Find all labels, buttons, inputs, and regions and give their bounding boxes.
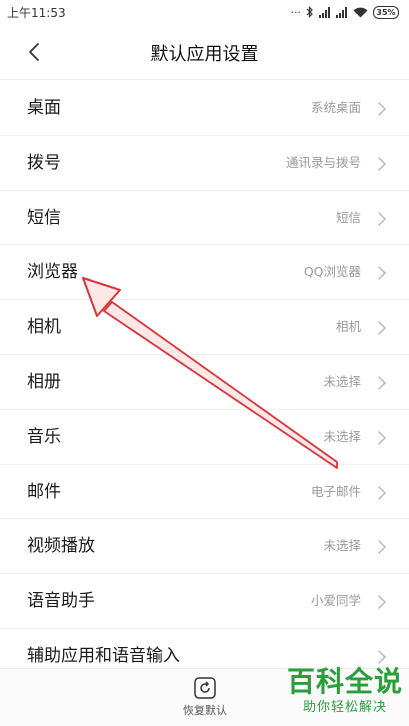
chevron-right-icon xyxy=(378,650,387,664)
bluetooth-icon xyxy=(306,6,313,18)
status-bar: 上午11:53 ··· 35% xyxy=(0,0,409,24)
signal-icon xyxy=(319,6,330,18)
settings-row-value: 未选择 xyxy=(323,538,361,554)
settings-row-label: 桌面 xyxy=(27,98,61,118)
settings-row-value: 通讯录与拨号 xyxy=(285,154,361,170)
chevron-right-icon xyxy=(378,211,387,226)
settings-row-label: 音乐 xyxy=(27,426,61,447)
settings-row[interactable]: 视频播放 未选择 xyxy=(0,519,409,575)
status-icons: ··· 35% xyxy=(290,5,399,19)
settings-row-value: 未选择 xyxy=(323,373,361,389)
settings-row[interactable]: 邮件 电子邮件 xyxy=(0,465,409,520)
settings-row[interactable]: 相册 未选择 xyxy=(0,355,409,410)
settings-row-value: 电子邮件 xyxy=(310,483,361,499)
settings-row-value: QQ浏览器 xyxy=(303,264,361,280)
chevron-right-icon xyxy=(378,157,387,171)
chevron-right-icon xyxy=(378,321,387,335)
watermark-subtitle: 助你轻松解决 xyxy=(302,700,387,715)
settings-row-value: 系统桌面 xyxy=(310,100,361,115)
settings-row-label: 相册 xyxy=(27,371,61,392)
settings-row-value: 小爱同学 xyxy=(310,593,361,609)
chevron-right-icon xyxy=(378,431,387,445)
restore-default-label: 恢复默认 xyxy=(183,704,227,717)
restore-icon xyxy=(194,677,216,699)
settings-row[interactable]: 短信 短信 xyxy=(0,191,409,246)
restore-default-button[interactable]: 恢复默认 xyxy=(177,677,233,723)
settings-row[interactable]: 音乐 未选择 xyxy=(0,410,409,465)
settings-row-label: 拨号 xyxy=(27,152,61,173)
page-title: 默认应用设置 xyxy=(150,44,259,65)
chevron-right-icon xyxy=(378,266,387,281)
settings-row[interactable]: 语音助手 小爱同学 xyxy=(0,574,409,629)
watermark-title: 百科全说 xyxy=(286,665,403,698)
battery-icon: 35% xyxy=(373,5,399,19)
settings-row[interactable]: 拨号 通讯录与拨号 xyxy=(0,136,409,191)
status-time: 上午11:53 xyxy=(7,5,66,20)
settings-row-label: 邮件 xyxy=(27,481,61,502)
settings-row-label: 短信 xyxy=(27,207,61,228)
settings-row[interactable]: 浏览器 QQ浏览器 xyxy=(0,245,409,301)
settings-row[interactable]: 桌面 系统桌面 xyxy=(0,81,409,136)
chevron-right-icon xyxy=(378,376,387,390)
battery-level: 35% xyxy=(376,7,396,17)
watermark: 百科全说 助你轻松解决 xyxy=(283,666,407,724)
signal-icon-2 xyxy=(336,6,347,18)
settings-row-label: 相机 xyxy=(27,317,61,338)
settings-row-value: 相机 xyxy=(335,319,361,335)
chevron-right-icon xyxy=(378,485,387,500)
settings-row[interactable]: 相机 相机 xyxy=(0,300,409,355)
chevron-right-icon xyxy=(378,540,387,555)
settings-row-label: 视频播放 xyxy=(27,536,95,557)
header: 默认应用设置 xyxy=(0,24,409,80)
settings-row-value: 短信 xyxy=(335,209,361,225)
wifi-icon xyxy=(353,7,368,18)
chevron-right-icon xyxy=(378,102,387,116)
settings-row-label: 语音助手 xyxy=(27,591,95,612)
settings-row-label: 浏览器 xyxy=(27,262,78,283)
more-dots-icon: ··· xyxy=(290,5,302,19)
settings-row-value: 未选择 xyxy=(323,428,361,444)
chevron-right-icon xyxy=(378,595,387,609)
settings-list: 桌面 系统桌面 拨号 通讯录与拨号 短信 短信 浏览器 QQ浏览器 相机 相机 相册 未选择 音乐 未选择… xyxy=(0,81,409,684)
